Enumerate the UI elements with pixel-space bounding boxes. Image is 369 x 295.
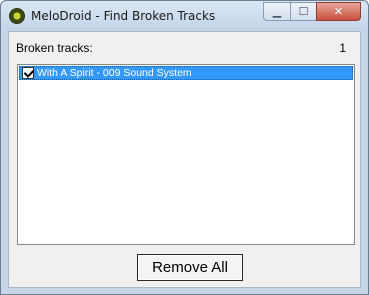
remove-all-button[interactable]: Remove All xyxy=(137,254,243,281)
dialog-client-area: Broken tracks: 1 With A Spirit - 009 Sou… xyxy=(8,31,361,288)
close-button[interactable]: ✕ xyxy=(316,2,361,21)
item-checkbox[interactable] xyxy=(22,67,34,79)
broken-tracks-count: 1 xyxy=(339,41,346,55)
list-item[interactable]: With A Spirit - 009 Sound System xyxy=(19,66,353,80)
melodroid-icon xyxy=(9,8,25,24)
maximize-button[interactable]: ☐ xyxy=(290,2,316,21)
broken-tracks-list[interactable]: With A Spirit - 009 Sound System xyxy=(17,64,355,245)
caption-buttons: ▁ ☐ ✕ xyxy=(263,2,361,21)
minimize-button[interactable]: ▁ xyxy=(263,2,290,21)
find-broken-tracks-window: MeloDroid - Find Broken Tracks ▁ ☐ ✕ Bro… xyxy=(0,0,369,295)
list-item-label: With A Spirit - 009 Sound System xyxy=(37,67,192,79)
title-bar[interactable]: MeloDroid - Find Broken Tracks ▁ ☐ ✕ xyxy=(1,1,368,31)
broken-tracks-label: Broken tracks: xyxy=(16,41,93,55)
window-title: MeloDroid - Find Broken Tracks xyxy=(31,9,216,23)
